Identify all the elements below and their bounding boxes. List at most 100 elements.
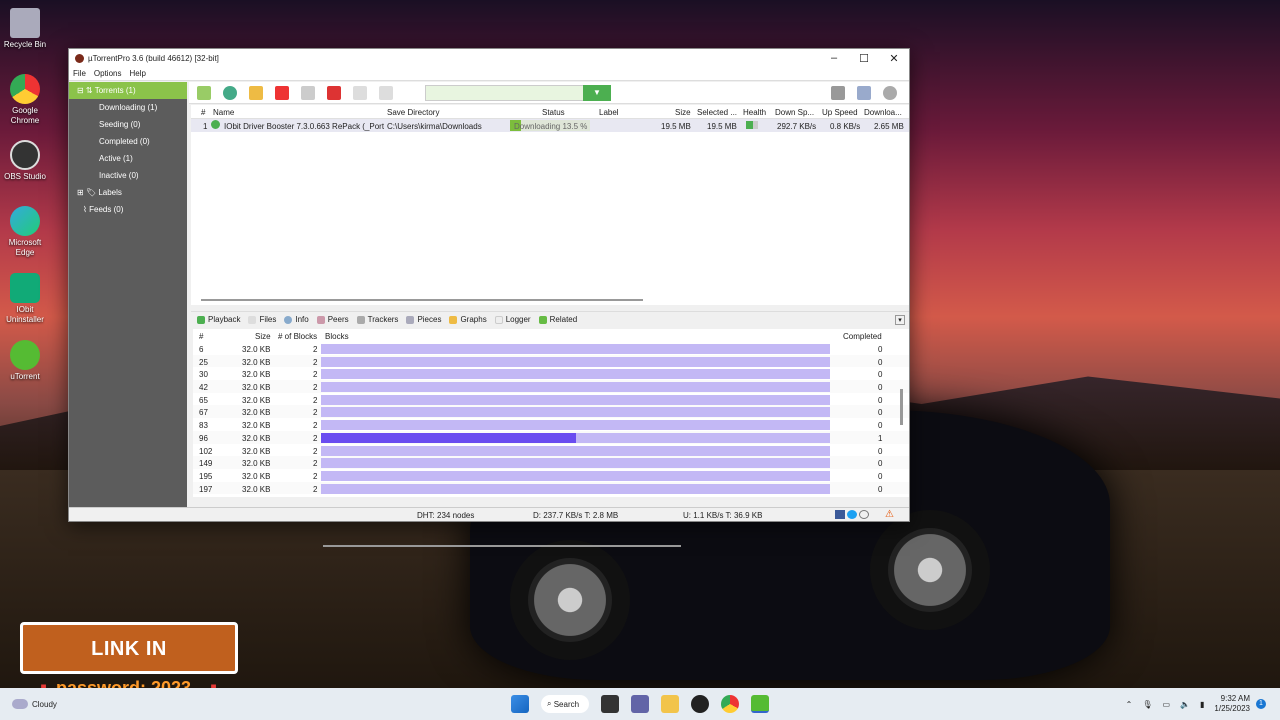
- col-health[interactable]: Health: [743, 108, 766, 117]
- menu-file[interactable]: File: [73, 69, 86, 78]
- tab-playback[interactable]: Playback: [197, 315, 240, 324]
- battery-icon[interactable]: ▮: [1200, 700, 1204, 709]
- start-icon[interactable]: [301, 85, 315, 100]
- mic-icon[interactable]: 🎙: [1142, 700, 1152, 709]
- move-down-icon[interactable]: [379, 85, 393, 100]
- remote-icon[interactable]: [831, 85, 845, 100]
- piece-row[interactable]: 6 32.0 KB 2 0: [193, 342, 909, 355]
- tab-pieces[interactable]: Pieces: [406, 315, 441, 324]
- desktop-icon-chrome[interactable]: Google Chrome: [2, 74, 48, 126]
- recycle-bin-icon: [10, 8, 40, 38]
- piece-row[interactable]: 149 32.0 KB 2 0: [193, 456, 909, 469]
- col-piece-num[interactable]: #: [199, 332, 203, 341]
- horizontal-scrollbar[interactable]: [201, 299, 643, 301]
- maximize-icon[interactable]: ☐: [849, 52, 879, 65]
- sidebar-item-seeding[interactable]: Seeding (0): [69, 116, 187, 133]
- web-icon[interactable]: [859, 510, 869, 519]
- sidebar-item-labels[interactable]: ⊞ 🏷 Labels: [69, 184, 187, 201]
- pieces-hscrollbar[interactable]: [323, 545, 681, 547]
- tab-peers[interactable]: Peers: [316, 315, 349, 324]
- network-icon[interactable]: ▭: [1162, 700, 1170, 709]
- piece-row[interactable]: 67 32.0 KB 2 0: [193, 405, 909, 419]
- desktop-icon-iobit[interactable]: IObit Uninstaller: [2, 273, 48, 325]
- settings-gear-icon[interactable]: [883, 85, 897, 100]
- sidebar-item-active[interactable]: Active (1): [69, 150, 187, 167]
- tray-chevron-icon[interactable]: ⌃: [1126, 700, 1133, 709]
- sidebar-item-inactive[interactable]: Inactive (0): [69, 167, 187, 184]
- tab-trackers[interactable]: Trackers: [356, 315, 398, 324]
- col-up-speed[interactable]: Up Speed: [822, 108, 858, 117]
- piece-row[interactable]: 25 32.0 KB 2 0: [193, 354, 909, 368]
- blocks-bar: [321, 470, 830, 481]
- desktop-icon-edge[interactable]: Microsoft Edge: [2, 206, 48, 258]
- desktop-icon-obs[interactable]: OBS Studio: [2, 140, 48, 182]
- clock[interactable]: 9:32 AM 1/25/2023: [1214, 694, 1250, 714]
- filter-icon[interactable]: ▼: [583, 84, 611, 101]
- vertical-scrollbar[interactable]: [900, 389, 903, 425]
- col-label[interactable]: Label: [599, 108, 619, 117]
- search-box[interactable]: ⌕ Search: [541, 695, 589, 713]
- facebook-icon[interactable]: [835, 510, 845, 519]
- piece-row[interactable]: 195 32.0 KB 2 0: [193, 468, 909, 482]
- add-torrent-icon[interactable]: [197, 85, 211, 100]
- tab-logger[interactable]: Logger: [494, 315, 531, 324]
- col-name[interactable]: Name: [213, 108, 234, 117]
- col-size[interactable]: Size: [675, 108, 691, 117]
- col-downloaded[interactable]: Downloa...: [864, 108, 902, 117]
- task-view-icon[interactable]: [601, 695, 619, 713]
- piece-row[interactable]: 65 32.0 KB 2 0: [193, 392, 909, 406]
- desktop-icon-recycle-bin[interactable]: Recycle Bin: [2, 8, 48, 50]
- col-completed[interactable]: Completed: [843, 332, 882, 341]
- filter-input[interactable]: ▼: [425, 84, 611, 101]
- piece-row[interactable]: 42 32.0 KB 2 0: [193, 380, 909, 393]
- start-icon[interactable]: [511, 695, 529, 713]
- tab-files[interactable]: Files: [248, 315, 276, 324]
- close-icon[interactable]: ✕: [879, 52, 909, 65]
- sidebar-item-completed[interactable]: Completed (0): [69, 133, 187, 150]
- pieces-icon: [406, 315, 415, 324]
- remove-icon[interactable]: [275, 85, 289, 100]
- warning-icon[interactable]: ⚠: [885, 509, 894, 520]
- desktop-icon-utorrent[interactable]: uTorrent: [2, 340, 48, 382]
- piece-row[interactable]: 30 32.0 KB 2 0: [193, 367, 909, 381]
- sidebar-item-feeds[interactable]: ⌇ Feeds (0): [69, 201, 187, 218]
- add-url-icon[interactable]: [223, 85, 237, 100]
- weather-widget[interactable]: Cloudy: [12, 699, 57, 709]
- health-bars-icon: [746, 121, 758, 129]
- collapse-icon[interactable]: ▾: [895, 314, 905, 325]
- title-bar[interactable]: µTorrentPro 3.6 (build 46612) [32-bit] –…: [69, 49, 909, 67]
- col-selected[interactable]: Selected ...: [697, 108, 737, 117]
- piece-row[interactable]: 83 32.0 KB 2 0: [193, 418, 909, 431]
- col-num[interactable]: #: [201, 108, 205, 117]
- minimize-icon[interactable]: –: [819, 52, 849, 65]
- move-up-icon[interactable]: [353, 85, 367, 100]
- teams-icon[interactable]: [631, 695, 649, 713]
- twitter-icon[interactable]: [847, 510, 857, 519]
- col-save-dir[interactable]: Save Directory: [387, 108, 439, 117]
- volume-icon[interactable]: 🔈: [1180, 700, 1190, 709]
- col-blocks[interactable]: Blocks: [325, 332, 349, 341]
- chat-icon[interactable]: [857, 85, 871, 100]
- piece-row[interactable]: 197 32.0 KB 2 0: [193, 481, 909, 495]
- tab-graphs[interactable]: Graphs: [449, 315, 487, 324]
- stop-icon[interactable]: [327, 85, 341, 100]
- chrome-taskbar-icon[interactable]: [721, 695, 739, 713]
- tab-related[interactable]: Related: [538, 315, 577, 324]
- col-piece-size[interactable]: Size: [255, 332, 271, 341]
- menu-help[interactable]: Help: [129, 69, 145, 78]
- torrent-row[interactable]: 1 IObit Driver Booster 7.3.0.663 RePack …: [191, 119, 909, 132]
- sidebar-item-downloading[interactable]: Downloading (1): [69, 99, 187, 116]
- col-block-count[interactable]: # of Blocks: [278, 332, 317, 341]
- utorrent-taskbar-icon[interactable]: [751, 695, 769, 713]
- piece-row[interactable]: 96 32.0 KB 2 1: [193, 430, 909, 444]
- col-status[interactable]: Status: [542, 108, 565, 117]
- notification-icon[interactable]: 1: [1256, 699, 1266, 709]
- menu-options[interactable]: Options: [94, 69, 122, 78]
- sidebar-item-torrents[interactable]: ⊟ ⇅ Torrents (1): [69, 82, 187, 99]
- obs-taskbar-icon[interactable]: [691, 695, 709, 713]
- col-down-speed[interactable]: Down Sp...: [775, 108, 814, 117]
- piece-row[interactable]: 102 32.0 KB 2 0: [193, 443, 909, 457]
- create-torrent-icon[interactable]: [249, 85, 263, 100]
- tab-info[interactable]: Info: [284, 315, 309, 324]
- file-explorer-icon[interactable]: [661, 695, 679, 713]
